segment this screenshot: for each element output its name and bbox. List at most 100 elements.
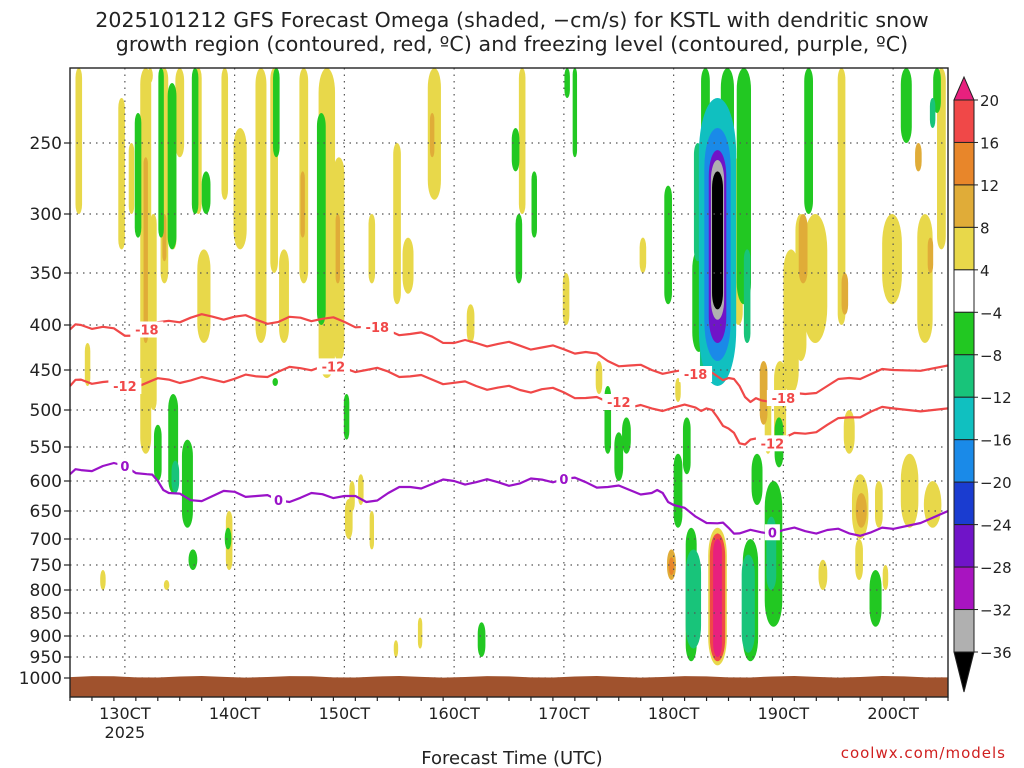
omega-shade-yellow	[75, 68, 83, 214]
y-tick-label: 850	[30, 604, 62, 624]
y-tick-label: 600	[30, 472, 62, 492]
omega-shade-green	[158, 68, 164, 238]
colorbar-label: −12	[980, 389, 1012, 407]
x-tick-label: 190CT	[758, 704, 810, 723]
site-credit: coolwx.com/models	[840, 744, 1006, 762]
omega-shade-dark-orange	[668, 557, 675, 575]
omega-shade-teal	[685, 549, 702, 649]
contour-label: -12	[607, 396, 631, 411]
colorbar-swatch	[953, 396, 975, 441]
omega-shade-green	[273, 68, 280, 158]
colorbar-swatch	[953, 141, 975, 186]
x-axis-year-label: 2025	[105, 723, 146, 742]
omega-shade-orange	[798, 214, 808, 284]
omega-shade-orange	[300, 171, 305, 238]
contour-label: -12	[113, 380, 137, 395]
omega-shade-yellow	[233, 128, 247, 250]
x-tick-label: 170CT	[538, 704, 590, 723]
x-axis-title: Forecast Time (UTC)	[421, 748, 602, 768]
colorbar-top-triangle	[953, 75, 975, 101]
omega-shade-green	[188, 549, 198, 570]
y-tick-label: 300	[30, 205, 62, 225]
x-tick-label: 180CT	[648, 704, 700, 723]
colorbar-swatch	[953, 524, 975, 568]
contour-label: 0	[274, 494, 283, 509]
omega-shade-green	[869, 570, 882, 627]
omega-shade-green	[201, 171, 211, 214]
contour-label: -18	[772, 392, 796, 407]
omega-shade-orange	[143, 157, 148, 343]
y-tick-label: 400	[30, 316, 62, 336]
omega-shade-yellow	[882, 214, 902, 305]
contour-layer: -18 -18 -18 -18 -12 -12 -12 -12 0 0 0 0	[70, 313, 948, 541]
y-tick-label: 650	[30, 502, 62, 522]
omega-shade-yellow	[197, 249, 211, 343]
colorbar-label: −16	[980, 432, 1012, 450]
colorbar-label: 16	[980, 134, 999, 152]
y-tick-label: 700	[30, 530, 62, 550]
omega-shade-green	[622, 417, 631, 454]
omega-shade-yellow	[466, 304, 475, 343]
colorbar-swatch	[953, 481, 975, 526]
omega-shade-yellow	[595, 361, 603, 394]
omega-shade-green	[316, 113, 326, 325]
omega-shade-yellow	[100, 570, 106, 590]
colorbar-label: −4	[980, 304, 1002, 322]
omega-time-height-chart: -18 -18 -18 -18 -12 -12 -12 -12 0 0 0 0 250 300 350 40…	[19, 67, 1012, 768]
omega-shade-yellow	[855, 539, 863, 580]
omega-shade-green	[511, 128, 520, 172]
omega-shade-green	[900, 68, 912, 143]
omega-shade-green	[531, 171, 537, 238]
colorbar-label: −8	[980, 347, 1002, 365]
colorbar-swatch	[953, 439, 975, 483]
contour-label: 0	[768, 526, 777, 541]
omega-shade-green	[224, 527, 232, 550]
colorbar-label: 4	[980, 262, 990, 280]
ground-surface	[70, 676, 948, 697]
omega-shade-green	[572, 68, 578, 158]
omega-shade-teal	[743, 249, 751, 343]
omega-shade-yellow	[344, 499, 353, 539]
omega-shade-yellow	[221, 68, 229, 200]
omega-shade-green	[153, 424, 162, 481]
omega-shade-yellow	[882, 565, 889, 590]
omega-shade-green	[751, 453, 763, 505]
x-tick-label: 140CT	[209, 704, 261, 723]
colorbar-swatch	[953, 609, 975, 653]
y-tick-label: 550	[30, 438, 62, 458]
colorbar-swatch	[953, 184, 975, 228]
colorbar-label: −32	[980, 602, 1012, 620]
omega-shade-yellow	[393, 143, 401, 305]
omega-shade-orange	[915, 143, 922, 172]
colorbar-legend: 20 16 12 8 4 −4 −8 −12 −16 −20 −24 −28 −32 −36	[953, 75, 1012, 693]
colorbar-swatch	[953, 354, 975, 398]
contour-label: 0	[120, 460, 129, 475]
colorbar-label: −36	[980, 644, 1012, 662]
omega-shade-yellow	[562, 273, 570, 325]
x-axis-time: 130CT 140CT 150CT 160CT 170CT 180CT 190CT 200CT…	[69, 697, 949, 742]
omega-core-black	[712, 171, 724, 310]
contour-line-purple-0	[70, 461, 948, 537]
contour-label: -18	[366, 321, 390, 336]
omega-shade-yellow	[900, 453, 919, 528]
colorbar-swatch	[953, 226, 975, 271]
y-tick-label: 450	[30, 361, 62, 381]
omega-shade-green	[682, 417, 691, 475]
omega-shade-green	[191, 68, 199, 214]
omega-shade-yellow	[818, 559, 828, 590]
omega-shade-green	[181, 439, 193, 528]
omega-shade-green	[673, 453, 683, 528]
omega-shade-yellow	[147, 68, 153, 83]
omega-shade-orange	[429, 113, 435, 158]
omega-shade-orange	[841, 273, 849, 315]
colorbar-label: −28	[980, 559, 1012, 577]
omega-descent-magenta	[713, 539, 722, 657]
omega-shade-teal	[741, 554, 755, 653]
omega-shade-green	[167, 83, 177, 250]
x-tick-label: 150CT	[319, 704, 371, 723]
x-tick-label: 200CT	[867, 704, 919, 723]
colorbar-swatch	[953, 269, 975, 313]
y-tick-label: 500	[30, 401, 62, 421]
omega-shade-green	[564, 68, 570, 98]
colorbar-swatch	[953, 311, 975, 356]
